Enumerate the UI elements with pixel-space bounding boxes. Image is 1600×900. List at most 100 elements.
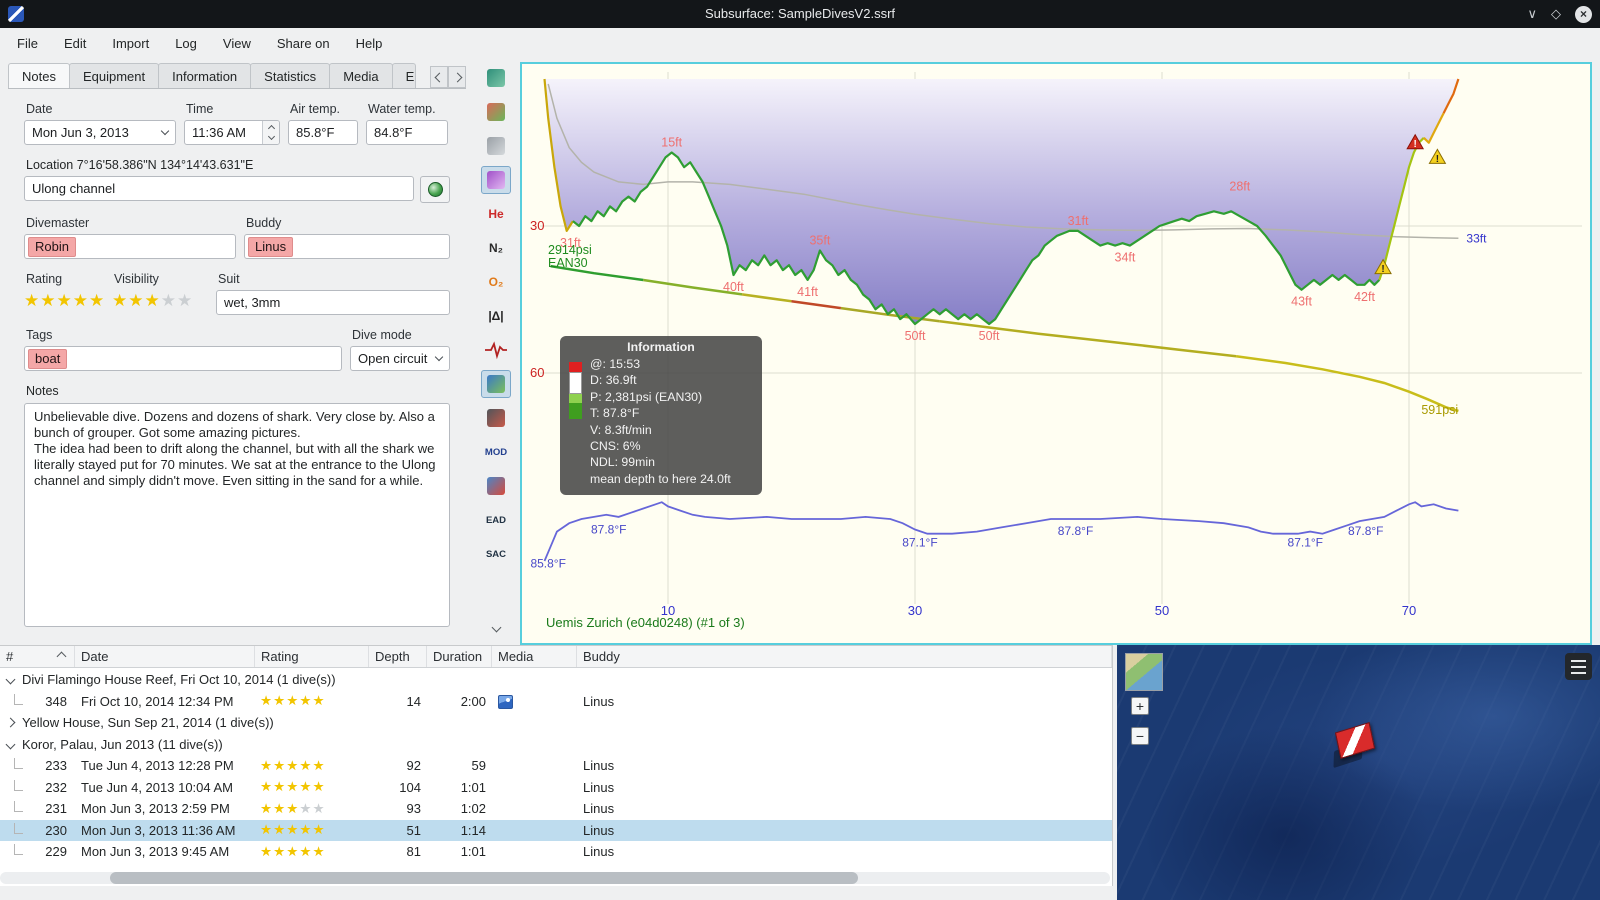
dive-row[interactable]: 232 Tue Jun 4, 2013 10:04 AM ★★★★★ 104 1:01 L…	[0, 777, 1112, 799]
location-field[interactable]	[24, 176, 414, 201]
trip-row[interactable]: Yellow House, Sun Sep 21, 2014 (1 dive(s…	[0, 712, 1112, 734]
scale-icon[interactable]	[481, 132, 511, 160]
spinner-arrows-icon[interactable]	[262, 121, 279, 144]
tab-scroll-left-icon[interactable]	[430, 66, 448, 88]
globe-icon	[427, 182, 443, 197]
tab-statistics[interactable]: Statistics	[250, 63, 331, 88]
dive-depth: 81	[406, 844, 421, 860]
column-header-media[interactable]: Media	[492, 646, 577, 667]
tab-equipment[interactable]: Equipment	[68, 63, 160, 88]
dive-site-map[interactable]: + −	[1117, 645, 1600, 900]
menu-file[interactable]: File	[4, 31, 51, 56]
dive-flag-marker[interactable]	[1331, 722, 1379, 773]
globe-button[interactable]	[420, 176, 450, 203]
tags-field[interactable]: boat	[24, 346, 342, 371]
sac-icon[interactable]: SAC	[481, 540, 511, 568]
rating-stars[interactable]: ★★★★★	[24, 290, 104, 311]
water-temp-label: Water temp.	[368, 102, 436, 116]
tab-media[interactable]: Media	[329, 63, 393, 88]
dive-row[interactable]: 233 Tue Jun 4, 2013 12:28 PM ★★★★★ 92 59 Linu…	[0, 755, 1112, 777]
menu-import[interactable]: Import	[99, 31, 162, 56]
heart-rate-icon[interactable]	[481, 336, 511, 364]
dive-depth: 93	[406, 801, 421, 817]
time-value: 11:36 AM	[192, 125, 246, 140]
expand-chevron-icon[interactable]	[5, 739, 16, 750]
gradient-factor-icon[interactable]: |Δ|	[481, 302, 511, 330]
expand-chevron-icon[interactable]	[5, 674, 16, 685]
map-overview-thumbnail[interactable]	[1125, 653, 1163, 691]
map-zoom-in-button[interactable]: +	[1131, 697, 1149, 715]
star-icon: ★	[312, 843, 326, 859]
notes-textarea[interactable]: Unbelievable dive. Dozens and dozens of …	[24, 403, 450, 627]
dive-computer-icon[interactable]	[481, 64, 511, 92]
photo-icon[interactable]	[498, 694, 513, 709]
o2-partial-pressure-icon[interactable]: O₂	[481, 268, 511, 296]
he-partial-pressure-icon[interactable]: He	[481, 200, 511, 228]
dive-mode-combobox[interactable]: Open circuit	[350, 346, 450, 371]
dive-row[interactable]: 348 Fri Oct 10, 2014 12:34 PM ★★★★★ 14 2:00 L…	[0, 691, 1112, 713]
column-header-date[interactable]: Date	[75, 646, 255, 667]
mod-icon[interactable]: MOD	[481, 438, 511, 466]
menu-edit[interactable]: Edit	[51, 31, 99, 56]
ead-icon[interactable]: EAD	[481, 506, 511, 534]
time-spinbox[interactable]: 11:36 AM	[184, 120, 280, 145]
star-icon: ★	[286, 757, 300, 773]
toolbar-collapse-chevron-icon[interactable]	[481, 613, 511, 641]
photos-icon[interactable]	[481, 370, 511, 398]
column-header-duration[interactable]: Duration	[427, 646, 492, 667]
star-icon: ★	[312, 757, 326, 773]
star-icon: ★	[273, 757, 287, 773]
expand-chevron-icon[interactable]	[5, 717, 16, 728]
map-zoom-out-button[interactable]: −	[1131, 727, 1149, 745]
buddy-field[interactable]: Linus	[243, 234, 450, 259]
minimize-chevron-icon[interactable]: ∨	[1527, 6, 1537, 22]
dive-profile-chart[interactable]: 15ft 31ft 40ft 35ft 41ft 50ft 50ft 31ft 34ft 28ft…	[520, 62, 1592, 645]
column-header-num[interactable]: #	[0, 646, 75, 667]
ruler-icon[interactable]	[481, 404, 511, 432]
n2-partial-pressure-icon[interactable]: N₂	[481, 234, 511, 262]
water-temp-field[interactable]	[366, 120, 448, 145]
ceiling-icon[interactable]	[481, 166, 511, 194]
tab-e[interactable]: E	[391, 63, 416, 88]
menu-share-on[interactable]: Share on	[264, 31, 343, 56]
dive-rating: ★★★★★	[255, 801, 369, 817]
tab-scroll-right-icon[interactable]	[448, 66, 466, 88]
menu-log[interactable]: Log	[162, 31, 210, 56]
air-temp-field[interactable]	[288, 120, 358, 145]
close-icon[interactable]: ×	[1575, 5, 1592, 23]
dive-row[interactable]: 230 Mon Jun 3, 2013 11:36 AM ★★★★★ 51 1:14 Li…	[0, 819, 1112, 841]
star-icon: ★	[312, 693, 326, 709]
buddy-chip[interactable]: Linus	[247, 236, 294, 257]
date-combobox[interactable]: Mon Jun 3, 2013	[24, 120, 176, 145]
tab-information[interactable]: Information	[158, 63, 252, 88]
dive-rating: ★★★★★	[255, 758, 369, 774]
trip-row[interactable]: Koror, Palau, Jun 2013 (11 dive(s))	[0, 734, 1112, 756]
scrollbar-handle[interactable]	[110, 872, 858, 884]
dive-rating: ★★★★★	[255, 822, 369, 838]
column-header-buddy[interactable]: Buddy	[577, 646, 1112, 667]
dive-row[interactable]: 229 Mon Jun 3, 2013 9:45 AM ★★★★★ 81 1:01 Lin…	[0, 841, 1112, 863]
deco-time-icon[interactable]	[481, 472, 511, 500]
menu-view[interactable]: View	[210, 31, 264, 56]
divemaster-chip[interactable]: Robin	[28, 236, 76, 257]
menu-help[interactable]: Help	[343, 31, 396, 56]
dive-duration: 1:01	[460, 779, 486, 795]
column-header-rating[interactable]: Rating	[255, 646, 369, 667]
dive-number: 231	[0, 801, 75, 816]
visibility-stars[interactable]: ★★★★★	[112, 290, 208, 311]
divemaster-field[interactable]: Robin	[24, 234, 236, 259]
trip-row[interactable]: Divi Flamingo House Reef, Fri Oct 10, 20…	[0, 669, 1112, 691]
tab-notes[interactable]: Notes	[8, 63, 70, 88]
star-icon: ★	[112, 291, 129, 310]
suit-field[interactable]	[216, 290, 450, 315]
map-menu-button[interactable]	[1565, 653, 1592, 680]
column-header-depth[interactable]: Depth	[369, 646, 427, 667]
dive-row[interactable]: 231 Mon Jun 3, 2013 2:59 PM ★★★★★ 93 1:02 Lin…	[0, 798, 1112, 820]
horizontal-scrollbar[interactable]	[0, 872, 1110, 884]
star-icon: ★	[260, 779, 274, 795]
maximize-diamond-icon[interactable]: ◇	[1551, 6, 1561, 22]
tag-chip[interactable]: boat	[28, 348, 68, 369]
star-icon: ★	[177, 291, 194, 310]
info-line: mean depth to here 24.0ft	[590, 471, 731, 486]
tissue-saturation-icon[interactable]	[481, 98, 511, 126]
